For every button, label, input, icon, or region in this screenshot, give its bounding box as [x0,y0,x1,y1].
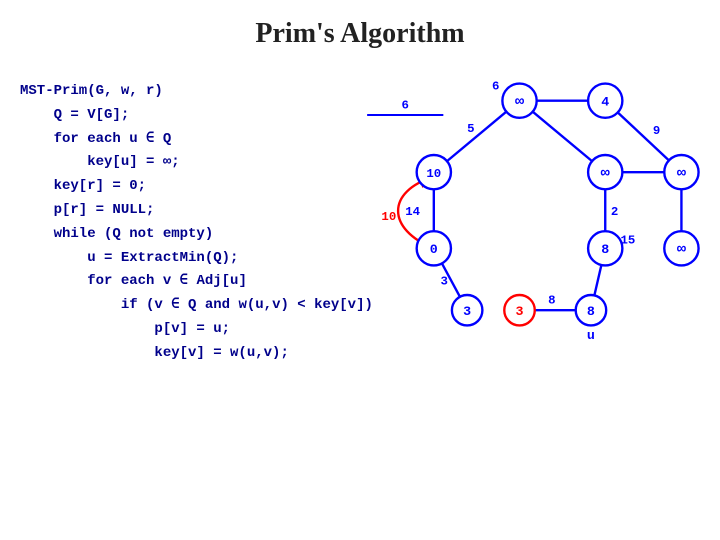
svg-text:8: 8 [548,294,555,308]
svg-text:10: 10 [426,167,441,181]
svg-text:∞: ∞ [677,240,686,258]
svg-text:10: 10 [381,210,396,224]
svg-text:4: 4 [601,95,609,110]
svg-text:u: u [587,329,595,344]
svg-text:∞: ∞ [601,164,610,182]
graph-svg: 6 [310,65,710,365]
svg-text:∞: ∞ [515,92,524,110]
svg-text:∞: ∞ [677,164,686,182]
svg-text:2: 2 [611,205,618,219]
svg-text:9: 9 [653,124,660,138]
graph-area: 6 [310,65,710,365]
page: Prim's Algorithm MST-Prim(G, w, r) Q = V… [0,0,720,540]
svg-text:3: 3 [516,305,524,320]
svg-text:3: 3 [463,305,471,320]
svg-text:14: 14 [405,205,420,219]
svg-text:8: 8 [587,305,595,320]
svg-text:0: 0 [430,243,438,258]
svg-text:6: 6 [492,79,499,93]
svg-text:3: 3 [440,275,447,289]
page-title: Prim's Algorithm [0,0,720,50]
svg-text:6: 6 [402,98,409,112]
svg-text:8: 8 [601,243,609,258]
svg-text:5: 5 [467,122,474,136]
